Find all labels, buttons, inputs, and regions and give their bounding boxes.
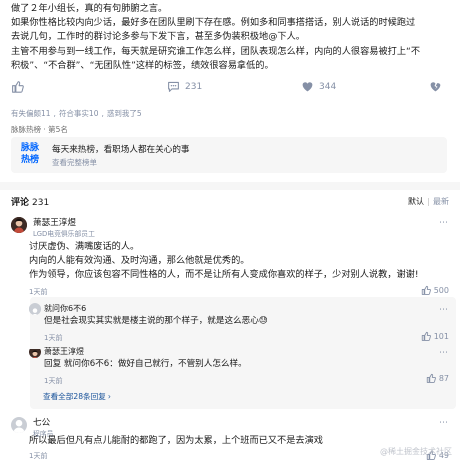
broken-heart-icon	[430, 82, 441, 92]
more-options-icon[interactable]: ⋯	[439, 218, 449, 228]
avatar[interactable]	[29, 346, 41, 358]
comments-header: 评论 231	[11, 195, 49, 208]
heart-icon	[302, 82, 313, 92]
heart-count: 344	[319, 81, 337, 92]
reply-text: 回复 就问你6不6：做好自己就行，不管别人怎么样。	[44, 359, 247, 369]
section-divider	[0, 182, 460, 190]
reply-author[interactable]: 萧瑟王淳煜	[44, 346, 84, 357]
reply-time: 1天前	[44, 377, 63, 385]
like-button[interactable]	[11, 80, 24, 93]
avatar[interactable]	[29, 303, 41, 315]
hot-list-title: 每天来热榜，看职场人都在关心的事	[52, 145, 190, 155]
expand-replies-link[interactable]: 查看全部28条回复 ›	[43, 391, 111, 402]
thumbs-up-icon	[421, 285, 431, 295]
comment-sort-tabs: 默认 最新	[408, 196, 449, 207]
sort-latest-tab[interactable]: 最新	[433, 196, 449, 207]
hot-list-logo: 脉脉 热榜	[18, 142, 42, 168]
comment-time: 1天前	[29, 452, 48, 460]
watermark: @稀土掘金技术社区	[378, 446, 452, 457]
expand-replies-label: 查看全部28条回复	[43, 392, 106, 401]
comment-count: 231	[185, 81, 203, 92]
like-count: 500	[433, 285, 449, 295]
reaction-summary: 有失偏颇11, 符合事实10, 惑到我了5	[11, 109, 142, 118]
reply-time: 1天前	[44, 334, 63, 342]
comments-label: 评论	[11, 198, 30, 208]
sort-divider	[428, 197, 429, 206]
more-options-icon[interactable]: ⋯	[439, 305, 449, 315]
post-content: 做了２年小组长，真的有句肺腑之言。 如果你性格比较内向少话，最好多在团队里刷下存…	[11, 2, 451, 73]
hot-list-logo-line1: 脉脉	[20, 143, 39, 153]
thumbs-up-icon	[12, 81, 24, 93]
post-line: 去说几句，工作时的群讨论多参与下发下言，甚至多伪装积极地@下人。	[11, 31, 305, 43]
hot-list-card[interactable]: 脉脉 热榜 每天来热榜，看职场人都在关心的事 查看完整榜单	[11, 137, 447, 173]
hot-list-rank: 脉脉热榜 · 第5名	[11, 125, 68, 134]
reply-author[interactable]: 就问你6不6	[44, 303, 86, 314]
comment-author[interactable]: 萧瑟王淳煜	[33, 216, 76, 228]
post-action-bar: 231 344	[11, 80, 451, 94]
comment-text-line: 讨厌虚伪、满嘴废话的人。	[29, 241, 140, 252]
chevron-right-icon: ›	[107, 392, 111, 401]
thumbs-up-icon	[421, 331, 431, 341]
more-options-icon[interactable]: ⋯	[439, 418, 449, 428]
like-count: 87	[438, 373, 449, 383]
comment-icon	[168, 81, 179, 92]
reaction-factual: 符合事实10	[58, 109, 99, 118]
comments-count: 231	[32, 198, 50, 208]
hot-list-logo-line2: 热榜	[20, 155, 39, 165]
watermark-text: @稀土掘金技术社区	[380, 447, 452, 456]
more-options-icon[interactable]: ⋯	[439, 348, 449, 358]
comment-like-button[interactable]: 500	[421, 285, 449, 295]
reaction-biased: 有失偏颇11	[11, 109, 51, 118]
comment-time: 1天前	[29, 288, 48, 296]
comment-author[interactable]: 七公	[33, 416, 50, 428]
post-line: 如果你性格比较内向少话，最好多在团队里刷下存在感。例如多和同事搭搭话，别人说话的…	[11, 17, 416, 29]
heart-button[interactable]: 344	[301, 80, 336, 93]
thumbs-up-icon	[426, 373, 436, 383]
post-line: 主管不用参与到一线工作，每天就是研究谁工作怎么样，团队表现怎么样，内向的人很容易…	[11, 45, 421, 57]
broken-heart-button[interactable]	[429, 80, 442, 93]
reply-like-button[interactable]: 101	[421, 331, 449, 341]
avatar[interactable]	[11, 217, 27, 233]
reply-like-button[interactable]: 87	[426, 373, 449, 383]
author-badge: LGD电竞俱乐部员工	[33, 230, 95, 238]
comment-text-line: 内向的人能有效沟通、及时沟通，那么他就是优秀的。	[29, 255, 250, 266]
post-line: 积极”、“不合群”、“无团队性”这样的标签，绩效很容易拿低的。	[11, 59, 274, 71]
like-count: 101	[433, 331, 449, 341]
comment-text-line: 所以最后但凡有点儿能耐的都跑了，因为太累，上个班而已又不是去演戏	[29, 435, 323, 446]
comment-text-line: 作为领导，你应该包容不同性格的人，而不是让所有人变成你喜欢的样子，少对别人说教，…	[29, 269, 419, 280]
sort-default-tab[interactable]: 默认	[408, 196, 424, 207]
comment-button[interactable]: 231	[167, 80, 202, 93]
post-line: 做了２年小组长，真的有句肺腑之言。	[11, 3, 168, 14]
reply-text: 但是社会现实其实就是楼主说的那个样子，就是这么恶心😓	[44, 316, 268, 326]
hot-list-view-all-link[interactable]: 查看完整榜单	[52, 157, 97, 168]
avatar[interactable]	[11, 417, 27, 433]
reaction-confused: 惑到我了5	[106, 109, 142, 118]
